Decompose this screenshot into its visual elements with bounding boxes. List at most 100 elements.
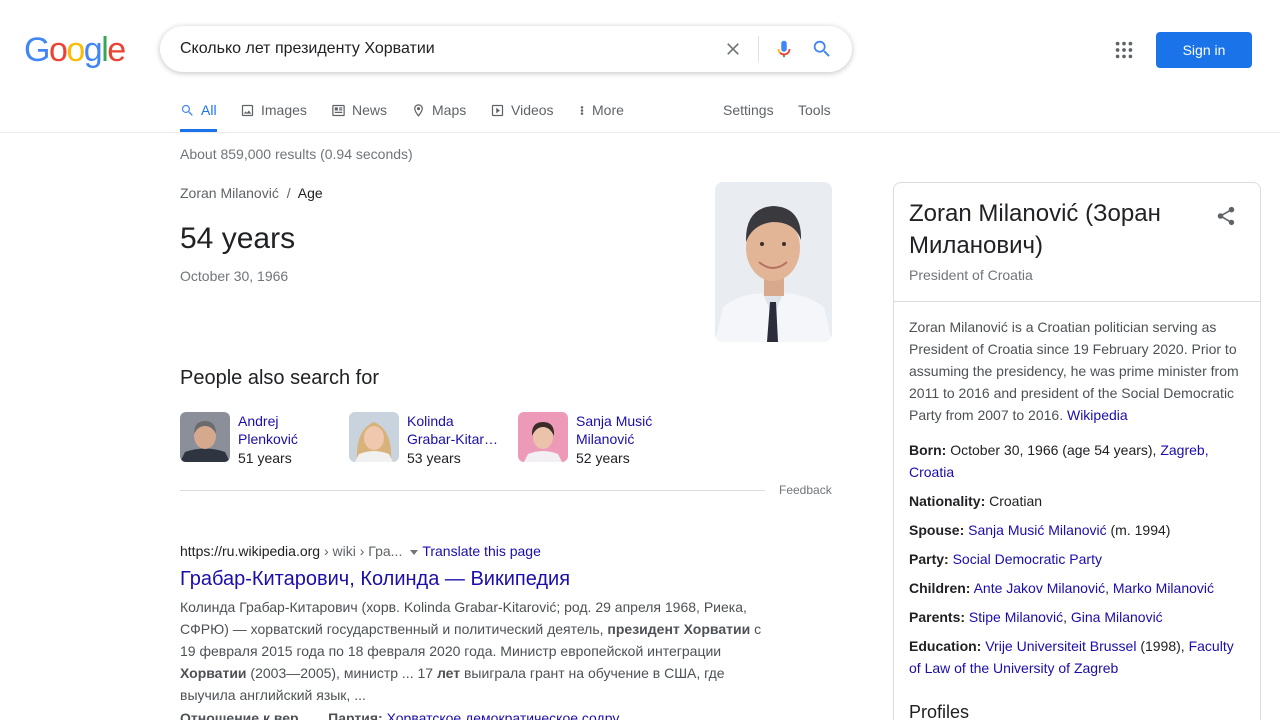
video-icon [491,104,504,117]
logo-letter: o [48,31,68,69]
microphone-icon[interactable] [773,38,795,60]
person-name-line: Kolinda [407,413,454,429]
snippet-highlight: президент Хорватии [607,621,751,637]
kp-subtitle: President of Croatia [909,267,1033,283]
result-title-link[interactable]: Грабар-Китарович, Колинда — Википедия [180,568,570,591]
fact-label: Education: [909,638,982,654]
person-thumbnail [518,412,568,462]
fact-link[interactable]: Vrije Universiteit Brussel [985,638,1136,654]
search-icon [181,104,193,116]
fact-text: , [1105,580,1113,596]
share-icon[interactable] [1215,205,1237,227]
person-name[interactable]: Kolinda Grabar-Kitar… [407,412,509,448]
apps-grid-icon[interactable] [1113,39,1135,61]
tab-all[interactable]: All [180,96,217,132]
tab-label: Tools [798,102,831,118]
fact-text: (m. 1994) [1106,522,1171,538]
people-also-search-item[interactable]: Kolinda Grabar-Kitar… 53 years [349,412,509,472]
tab-label: All [201,102,217,118]
answer-value: 54 years [180,222,296,255]
tab-settings[interactable]: Settings [723,96,774,132]
translate-link[interactable]: Translate this page [422,543,541,559]
snippet-highlight: лет [436,665,461,681]
tab-label: Settings [723,102,774,118]
fact-link[interactable]: Ante Jakov Milanović [974,580,1106,596]
fact-link[interactable]: Gina Milanović [1071,609,1163,625]
map-pin-icon [414,104,423,117]
header-divider [0,132,1280,133]
person-age: 53 years [407,450,461,466]
tab-images[interactable]: Images [240,96,307,132]
feedback-link[interactable]: Feedback [779,483,832,497]
clear-icon[interactable] [723,39,743,59]
kp-fact-nationality: Nationality: Croatian [909,490,1249,512]
kp-description: Zoran Milanović is a Croatian politician… [909,316,1245,426]
search-icon[interactable] [811,38,833,60]
kp-title: Zoran Milanović (Зоран Миланович) [909,200,1161,259]
fact-link[interactable]: Marko Milanović [1113,580,1214,596]
tab-maps[interactable]: Maps [411,96,466,132]
fact-link[interactable]: Social Democratic Party [953,551,1102,567]
fact-text: (1998), [1136,638,1189,654]
result-stats: About 859,000 results (0.94 seconds) [180,146,413,162]
fact-text: October 30, 1966 (age 54 years), [946,442,1161,458]
kp-fact-born: Born: October 30, 1966 (age 54 years), Z… [909,439,1249,483]
result-breadcrumb: › wiki › Гра... [320,543,403,559]
fact-label: Born: [909,442,947,458]
person-age: 51 years [238,450,292,466]
sitelink[interactable]: Хорватское демократическое содру... [387,710,630,720]
fact-link[interactable]: Sanja Musić Milanović [968,522,1107,538]
search-input[interactable] [180,26,700,72]
person-name-line: Grabar-Kitar… [407,431,499,447]
tab-label: Videos [511,102,554,118]
image-icon [241,104,254,117]
logo-letter: e [107,31,126,69]
more-vertical-icon [580,106,584,115]
answer-breadcrumb: Zoran Milanović / Age [180,185,323,201]
snippet-highlight: Хорватии [180,665,247,681]
logo-letter: G [24,31,50,69]
result-snippet: Колинда Грабар-Китарович (хорв. Kolinda … [180,596,770,706]
person-age: 52 years [576,450,630,466]
tab-label: Maps [432,102,467,118]
sign-in-button[interactable]: Sign in [1156,32,1252,68]
answer-attribute: Age [297,185,323,201]
fact-label: Party: [909,551,949,567]
people-also-search-item[interactable]: Andrej Plenković 51 years [180,412,340,472]
news-icon [332,104,345,117]
google-logo[interactable]: Google [24,31,126,69]
sitelink-label: Партия: [328,710,383,720]
kp-fact-children: Children: Ante Jakov Milanović, Marko Mi… [909,577,1249,599]
tab-videos[interactable]: Videos [490,96,554,132]
kp-profiles-heading: Profiles [909,702,970,720]
person-name[interactable]: Sanja Musić Milanović [576,412,678,448]
answer-entity[interactable]: Zoran Milanović [180,185,279,201]
person-name[interactable]: Andrej Plenković [238,412,340,448]
sitelink-label: Отношение к вер... [180,710,311,720]
logo-letter: o [66,31,85,69]
section-divider [180,490,765,491]
person-photo[interactable] [715,182,832,342]
answer-date: October 30, 1966 [180,268,289,284]
fact-label: Parents: [909,609,966,625]
people-also-search-item[interactable]: Sanja Musić Milanović 52 years [518,412,678,472]
tab-label: More [592,102,624,118]
wikipedia-link[interactable]: Wikipedia [1067,407,1128,423]
result-domain: https://ru.wikipedia.org [180,543,321,559]
tab-news[interactable]: News [331,96,387,132]
search-box [160,26,852,72]
kp-fact-party: Party: Social Democratic Party [909,548,1249,570]
tab-label: News [352,102,388,118]
dropdown-arrow-icon[interactable] [410,549,419,555]
fact-label: Nationality: [909,493,986,509]
kp-divider [894,301,1260,302]
tab-more[interactable]: More [578,96,624,132]
fact-label: Children: [909,580,971,596]
search-divider [758,36,759,62]
result-url[interactable]: https://ru.wikipedia.org › wiki › Гра...… [180,543,541,559]
kp-fact-parents: Parents: Stipe Milanović, Gina Milanović [909,606,1249,628]
tab-tools[interactable]: Tools [798,96,831,132]
tab-label: Images [261,102,307,118]
fact-link[interactable]: Stipe Milanović [969,609,1063,625]
person-thumbnail [180,412,230,462]
